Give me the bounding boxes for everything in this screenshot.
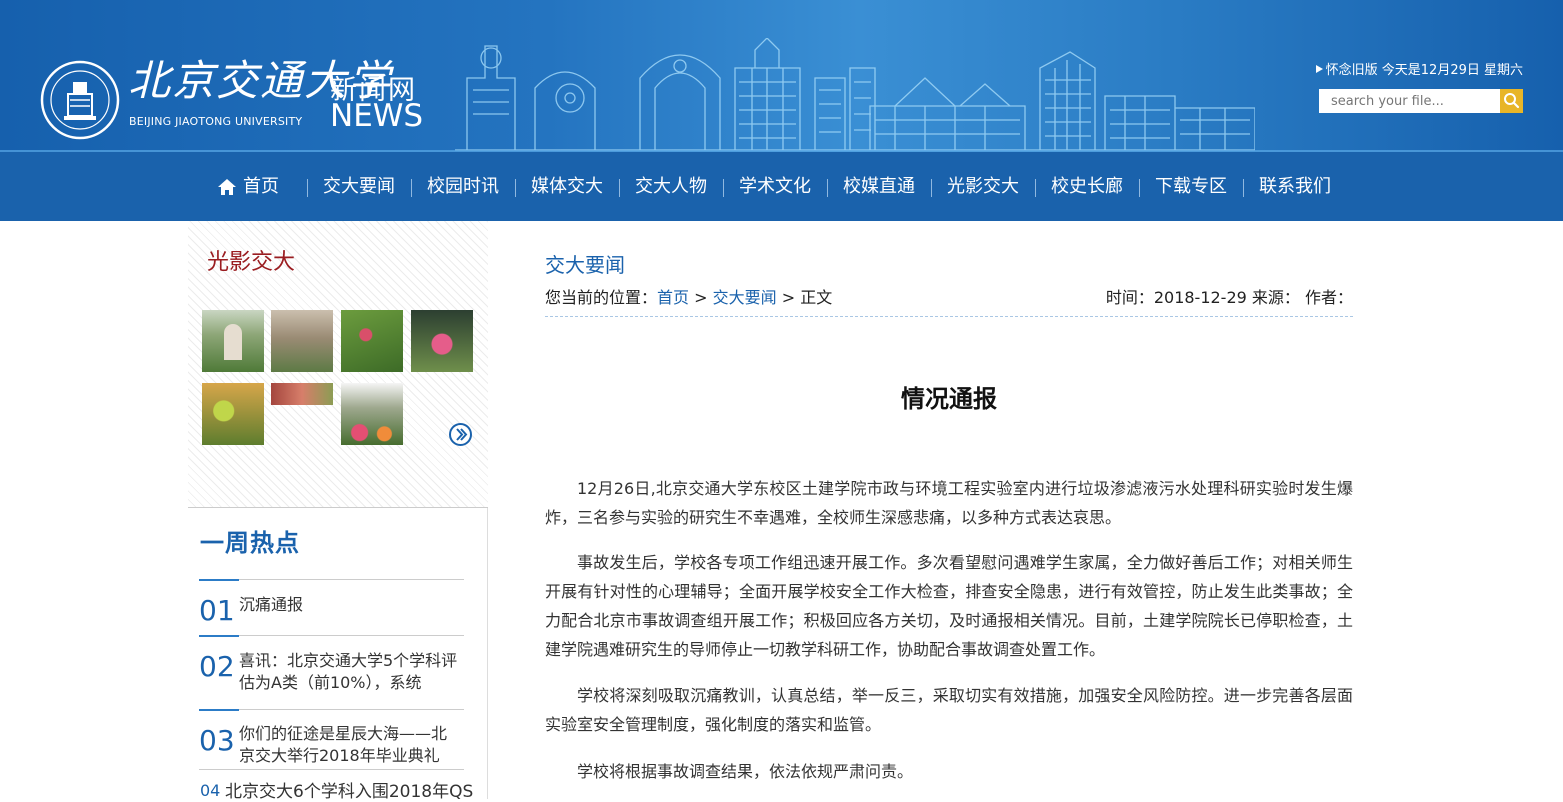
nav-label: 首页 xyxy=(243,175,279,197)
nav-item-news[interactable]: 交大要闻 xyxy=(307,176,411,197)
sidebar: 光影交大 一周热点 01 沉痛通报 02 喜讯：北京交通大学5个学科评估为A类（… xyxy=(188,221,488,802)
hot-rank: 03 xyxy=(199,724,235,757)
gallery-thumbnail[interactable] xyxy=(341,310,403,372)
hot-list-item[interactable]: 02 喜讯：北京交通大学5个学科评估为A类（前10%），系统 xyxy=(199,635,464,709)
hot-rank: 01 xyxy=(199,594,235,627)
nav-item-gallery[interactable]: 光影交大 xyxy=(931,176,1035,197)
article-title: 情况通报 xyxy=(901,385,997,413)
gallery-thumbnail[interactable] xyxy=(202,383,264,445)
campus-buildings-illustration xyxy=(455,38,1255,151)
main-nav: 首页 交大要闻 校园时讯 媒体交大 交大人物 学术文化 校媒直通 光影交大 校史… xyxy=(0,152,1563,221)
search-icon xyxy=(1504,93,1520,109)
section-title: 交大要闻 xyxy=(545,253,625,277)
hot-item-title[interactable]: 北京交大6个学科入围2018年QS xyxy=(225,777,473,802)
article-paragraph: 事故发生后，学校各专项工作组迅速开展工作。多次看望慰问遇难学生家属，全力做好善后… xyxy=(545,553,1353,659)
hot-list-divider xyxy=(199,769,464,770)
breadcrumb-current: > 正文 xyxy=(776,288,833,307)
old-version-link[interactable]: 怀念旧版 xyxy=(1326,63,1378,78)
nav-item-media-direct[interactable]: 校媒直通 xyxy=(827,176,931,197)
breadcrumb-separator: > xyxy=(689,288,713,307)
weekly-hot-title: 一周热点 xyxy=(200,529,300,557)
chevron-right-icon xyxy=(456,428,468,441)
hot-list-item[interactable]: 01 沉痛通报 xyxy=(199,579,464,635)
hot-item-title[interactable]: 你们的征途是星辰大海——北京交大举行2018年毕业典礼 xyxy=(239,723,461,767)
gallery-next-button[interactable] xyxy=(449,423,472,446)
item-accent xyxy=(199,635,239,637)
university-seal-logo[interactable] xyxy=(40,60,120,140)
breadcrumb-section-link[interactable]: 交大要闻 xyxy=(713,288,777,307)
nav-item-download[interactable]: 下载专区 xyxy=(1139,176,1243,197)
play-arrow-icon xyxy=(1315,65,1323,73)
breadcrumb: 您当前的位置：首页 > 交大要闻 > 正文 xyxy=(545,284,832,308)
search-input[interactable] xyxy=(1319,89,1500,113)
nav-item-home[interactable]: 首页 xyxy=(205,175,307,197)
item-accent xyxy=(199,579,239,581)
hot-rank: 02 xyxy=(199,650,235,683)
site-header: 北京交通大学 BEIJING JIAOTONG UNIVERSITY 新闻网 N… xyxy=(0,0,1563,152)
nav-item-campus[interactable]: 校园时讯 xyxy=(411,176,515,197)
nav-list: 首页 交大要闻 校园时讯 媒体交大 交大人物 学术文化 校媒直通 光影交大 校史… xyxy=(205,152,1347,221)
article-paragraph: 学校将根据事故调查结果，依法依规严肃问责。 xyxy=(577,762,914,781)
article-meta: 时间：2018-12-29 来源： 作者： xyxy=(1105,288,1353,307)
photo-gallery: 光影交大 xyxy=(188,221,488,508)
gallery-thumbnail[interactable] xyxy=(271,383,333,405)
article-paragraph: 学校将深刻吸取沉痛教训，认真总结，举一反三，采取切实有效措施，加强安全风险防控。… xyxy=(545,686,1353,734)
dashed-divider xyxy=(545,316,1353,317)
hot-list: 01 沉痛通报 02 喜讯：北京交通大学5个学科评估为A类（前10%），系统 0… xyxy=(199,579,464,770)
hot-rank: 04 xyxy=(200,781,221,800)
article-area: 交大要闻 您当前的位置：首页 > 交大要闻 > 正文 时间：2018-12-29… xyxy=(545,221,1353,799)
home-icon xyxy=(218,178,236,195)
hot-item-title[interactable]: 喜讯：北京交通大学5个学科评估为A类（前10%），系统 xyxy=(239,650,461,694)
date-bar: 怀念旧版 今天是12月29日 星期六 xyxy=(1315,59,1523,78)
breadcrumb-home-link[interactable]: 首页 xyxy=(657,288,689,307)
hot-list-item[interactable]: 03 你们的征途是星辰大海——北京交大举行2018年毕业典礼 xyxy=(199,709,464,769)
gallery-thumbnail[interactable] xyxy=(341,383,403,445)
nav-item-media[interactable]: 媒体交大 xyxy=(515,176,619,197)
nav-item-history[interactable]: 校史长廊 xyxy=(1035,176,1139,197)
news-site-title-en: NEWS xyxy=(330,98,424,134)
gallery-thumbnail[interactable] xyxy=(271,310,333,372)
nav-item-contact[interactable]: 联系我们 xyxy=(1243,176,1347,197)
gallery-thumbnail[interactable] xyxy=(202,310,264,372)
search-box xyxy=(1319,89,1523,113)
current-date: 今天是12月29日 星期六 xyxy=(1381,63,1523,78)
article-paragraph: 12月26日,北京交通大学东校区土建学院市政与环境工程实验室内进行垃圾渗滤液污水… xyxy=(545,479,1353,527)
search-button[interactable] xyxy=(1500,89,1523,113)
gallery-thumbnail[interactable] xyxy=(411,310,473,372)
university-name-en: BEIJING JIAOTONG UNIVERSITY xyxy=(129,115,303,128)
nav-item-people[interactable]: 交大人物 xyxy=(619,176,723,197)
item-accent xyxy=(199,709,239,711)
gallery-title: 光影交大 xyxy=(207,250,296,275)
nav-item-culture[interactable]: 学术文化 xyxy=(723,176,827,197)
breadcrumb-prefix: 您当前的位置： xyxy=(545,288,658,307)
hot-item-title[interactable]: 沉痛通报 xyxy=(239,594,461,616)
